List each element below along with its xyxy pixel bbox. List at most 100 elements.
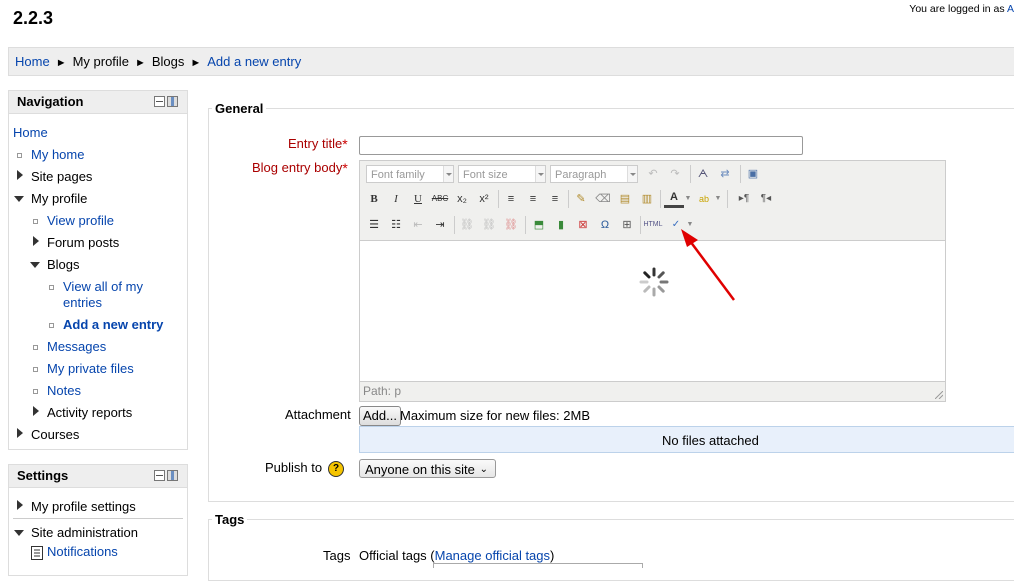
- bold-icon[interactable]: B: [364, 189, 384, 209]
- special-char-icon[interactable]: Ω: [595, 215, 615, 235]
- collapse-icon[interactable]: [14, 530, 24, 536]
- expand-icon[interactable]: [33, 236, 39, 246]
- indent-icon[interactable]: ⇥: [430, 215, 450, 235]
- expand-icon[interactable]: [17, 500, 23, 510]
- official-tags: Official tags (Manage official tags): [359, 548, 554, 563]
- nav-home[interactable]: Home: [13, 125, 48, 141]
- toolbar-separator: [498, 190, 499, 208]
- toolbar-separator: [727, 190, 728, 208]
- minimize-icon[interactable]: [154, 96, 165, 107]
- breadcrumb-home[interactable]: Home: [15, 54, 50, 69]
- entry-title-label-text: Entry title: [288, 136, 343, 151]
- settings-notifications[interactable]: Notifications: [47, 544, 118, 560]
- font-size-select[interactable]: Font size: [458, 165, 546, 183]
- table-icon[interactable]: ⊞: [617, 215, 637, 235]
- dock-icon[interactable]: [167, 470, 178, 481]
- superscript-icon[interactable]: x²: [474, 189, 494, 209]
- editor-path: Path: p: [363, 384, 402, 398]
- eraser-icon[interactable]: ⌫: [593, 189, 613, 209]
- ltr-icon[interactable]: ▸¶: [734, 189, 754, 209]
- align-center-icon[interactable]: ≡: [523, 189, 543, 209]
- underline-icon[interactable]: U: [408, 189, 428, 209]
- breadcrumb-add-entry[interactable]: Add a new entry: [207, 54, 301, 69]
- manage-official-tags-link[interactable]: Manage official tags: [435, 548, 550, 563]
- html-source-icon[interactable]: HTML: [642, 215, 664, 235]
- nav-blogs[interactable]: Blogs: [47, 257, 80, 273]
- login-user-link[interactable]: A: [1007, 3, 1014, 15]
- nolink-icon[interactable]: ⛓: [501, 215, 521, 235]
- expand-icon[interactable]: [33, 406, 39, 416]
- align-right-icon[interactable]: ≡: [545, 189, 565, 209]
- media-icon[interactable]: ▮: [551, 215, 571, 235]
- nav-view-profile[interactable]: View profile: [47, 213, 114, 229]
- editor-content-area[interactable]: [360, 240, 945, 382]
- nav-courses[interactable]: Courses: [31, 427, 79, 443]
- cleanup-icon[interactable]: ✎: [571, 189, 591, 209]
- chevron-down-icon[interactable]: ▼: [686, 215, 694, 235]
- nav-my-profile[interactable]: My profile: [31, 191, 87, 207]
- tags-legend: Tags: [212, 512, 248, 527]
- highlight-color-icon[interactable]: ab: [694, 189, 714, 209]
- outdent-icon[interactable]: ⇤: [408, 215, 428, 235]
- text-color-icon[interactable]: A: [664, 189, 684, 208]
- nav-add-new-entry[interactable]: Add a new entry: [63, 317, 163, 333]
- nav-notes[interactable]: Notes: [47, 383, 81, 399]
- undo-icon[interactable]: ↶: [643, 164, 663, 184]
- image-icon[interactable]: ⬒: [529, 215, 549, 235]
- replace-icon[interactable]: ⇄: [715, 164, 735, 184]
- dock-icon[interactable]: [167, 96, 178, 107]
- help-icon[interactable]: ?: [328, 461, 344, 477]
- chevron-down-icon: ⌄: [479, 464, 488, 475]
- unlink-icon[interactable]: ⛓: [479, 215, 499, 235]
- breadcrumb-blogs: Blogs: [151, 54, 185, 69]
- settings-site-admin[interactable]: Site administration: [31, 525, 138, 541]
- spellcheck-icon[interactable]: ✓: [666, 215, 686, 235]
- toolbar-separator: [690, 165, 691, 183]
- tags-select-box[interactable]: [433, 563, 643, 568]
- link-icon[interactable]: ⛓: [457, 215, 477, 235]
- add-file-button[interactable]: Add...: [359, 406, 401, 426]
- paste-word-icon[interactable]: ▥: [637, 189, 657, 209]
- nav-view-all-entries-line1[interactable]: View all of my: [63, 279, 143, 295]
- fullscreen-icon[interactable]: ▣: [743, 164, 763, 184]
- nav-view-all-entries-line2[interactable]: entries: [63, 295, 102, 311]
- settings-block-header: Settings: [9, 465, 187, 488]
- publish-select[interactable]: Anyone on this site ⌄: [359, 459, 496, 478]
- nav-site-pages[interactable]: Site pages: [31, 169, 92, 185]
- paragraph-select[interactable]: Paragraph: [550, 165, 638, 183]
- chevron-down-icon[interactable]: ▼: [714, 189, 722, 209]
- expand-icon[interactable]: [17, 170, 23, 180]
- resize-handle-icon[interactable]: [935, 391, 943, 399]
- expand-icon[interactable]: [17, 428, 23, 438]
- collapse-icon[interactable]: [14, 196, 24, 202]
- nav-messages[interactable]: Messages: [47, 339, 106, 355]
- entry-title-input[interactable]: [359, 136, 803, 155]
- numbered-list-icon[interactable]: ☷: [386, 215, 406, 235]
- paste-text-icon[interactable]: ▤: [615, 189, 635, 209]
- site-version: 2.2.3: [13, 8, 54, 28]
- breadcrumb-separator: ►: [55, 57, 67, 69]
- manage-files-icon[interactable]: ⊠: [573, 215, 593, 235]
- strikethrough-icon[interactable]: ABC: [430, 189, 450, 209]
- chevron-down-icon[interactable]: ▼: [684, 189, 692, 209]
- bullet-list-icon[interactable]: ☰: [364, 215, 384, 235]
- settings-my-profile[interactable]: My profile settings: [31, 499, 136, 515]
- minimize-icon[interactable]: [154, 470, 165, 481]
- nav-activity-reports[interactable]: Activity reports: [47, 405, 132, 421]
- collapse-icon[interactable]: [30, 262, 40, 268]
- subscript-icon[interactable]: x₂: [452, 189, 472, 209]
- redo-icon[interactable]: ↷: [665, 164, 685, 184]
- align-left-icon[interactable]: ≡: [501, 189, 521, 209]
- toolbar-separator: [568, 190, 569, 208]
- general-legend: General: [212, 101, 267, 116]
- nav-forum-posts[interactable]: Forum posts: [47, 235, 119, 251]
- nav-my-home[interactable]: My home: [31, 147, 84, 163]
- find-icon[interactable]: ᗅ: [693, 164, 713, 184]
- rtl-icon[interactable]: ¶◂: [756, 189, 776, 209]
- required-icon: *: [342, 160, 348, 176]
- italic-icon[interactable]: I: [386, 189, 406, 209]
- nav-private-files[interactable]: My private files: [47, 361, 134, 377]
- official-tags-prefix: Official tags (: [359, 548, 435, 563]
- file-dropzone[interactable]: No files attached: [359, 426, 1014, 453]
- font-family-select[interactable]: Font family: [366, 165, 454, 183]
